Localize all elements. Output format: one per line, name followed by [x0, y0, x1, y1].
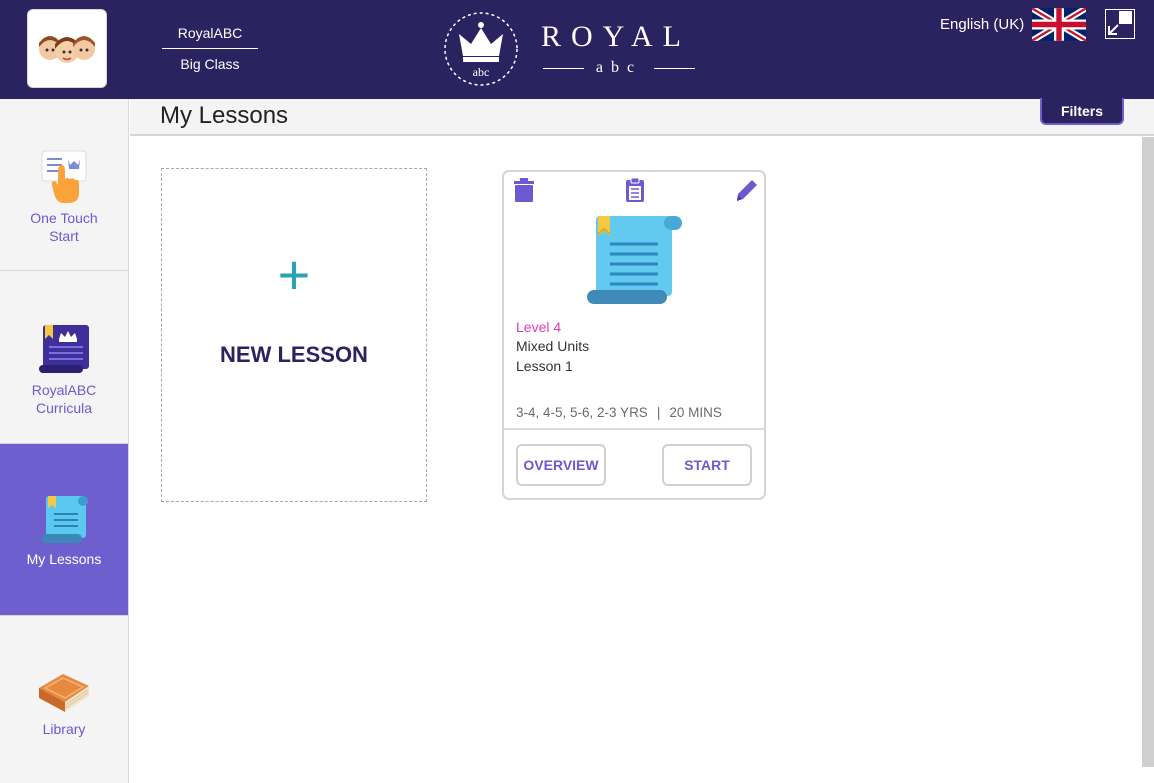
lesson-unit: Mixed Units [516, 338, 590, 354]
lesson-title: Lesson 1 [516, 358, 573, 374]
sidebar-item-label: RoyalABC Curricula [32, 381, 97, 417]
royal-crest-logo: abc [444, 12, 518, 86]
kids-avatar-icon [39, 35, 95, 63]
card-divider [504, 428, 764, 430]
book-icon [39, 674, 89, 712]
trash-icon[interactable] [513, 177, 535, 203]
lesson-level: Level 4 [516, 319, 562, 335]
lesson-scroll-icon [42, 496, 88, 543]
org-divider [162, 48, 258, 49]
filters-button[interactable]: Filters [1040, 98, 1124, 125]
brand-subtitle-text: abc [595, 59, 643, 76]
language-label[interactable]: English (UK) [940, 16, 1024, 33]
scrollbar[interactable] [1142, 137, 1154, 767]
curriculum-scroll-icon [39, 325, 89, 373]
lesson-meta: 3-4, 4-5, 5-6, 2-3 YRS | 20 MINS [516, 405, 722, 420]
sidebar-item-one-touch-start[interactable]: One Touch Start [0, 99, 128, 270]
sidebar-item-library[interactable]: Library [0, 616, 128, 783]
profile-avatar-button[interactable] [27, 9, 107, 88]
sidebar: One Touch Start RoyalABC Curricula My Le… [0, 99, 129, 783]
crest-text: abc [473, 65, 490, 79]
sidebar-label-line: One Touch [30, 210, 98, 226]
sidebar-label-line: RoyalABC [31, 382, 97, 398]
lesson-duration: 20 MINS [669, 405, 722, 420]
plus-icon: + [277, 243, 311, 306]
overview-button[interactable]: OVERVIEW [516, 444, 606, 486]
brand-name: ROYAL [541, 20, 692, 53]
sidebar-label-line: Library [42, 721, 86, 737]
new-lesson-card[interactable]: + NEW LESSON [161, 168, 427, 502]
page-header: My Lessons Filters [130, 98, 1154, 136]
sidebar-label-line: Curricula [35, 400, 92, 416]
page-title: My Lessons [160, 102, 289, 129]
class-name: Big Class [180, 56, 240, 72]
one-touch-start-icon [41, 150, 87, 203]
sidebar-item-my-lessons[interactable]: My Lessons [0, 444, 128, 615]
lesson-scroll-icon [587, 216, 682, 304]
sidebar-item-label: One Touch Start [30, 209, 97, 245]
sidebar-item-label: My Lessons [27, 550, 102, 568]
new-lesson-label: NEW LESSON [220, 342, 368, 367]
sidebar-item-label: Library [43, 720, 86, 738]
sidebar-item-royalabc-curricula[interactable]: RoyalABC Curricula [0, 271, 128, 443]
sidebar-label-line: Start [49, 228, 79, 244]
organization-name: RoyalABC [177, 25, 243, 41]
uk-flag-icon[interactable] [1032, 8, 1086, 41]
lesson-ages: 3-4, 4-5, 5-6, 2-3 YRS [516, 405, 648, 420]
clipboard-icon[interactable] [625, 177, 645, 203]
pencil-icon[interactable] [735, 177, 759, 203]
meta-separator: | [656, 405, 661, 420]
exit-fullscreen-icon [1108, 11, 1132, 35]
brand-subtitle: abc [543, 58, 696, 78]
lesson-card: Level 4 Mixed Units Lesson 1 3-4, 4-5, 5… [502, 170, 766, 500]
exit-fullscreen-button[interactable] [1105, 9, 1135, 39]
start-button[interactable]: START [662, 444, 752, 486]
sidebar-label-line: My Lessons [26, 551, 102, 567]
top-bar: RoyalABC Big Class abc ROYAL abc English… [0, 0, 1154, 99]
